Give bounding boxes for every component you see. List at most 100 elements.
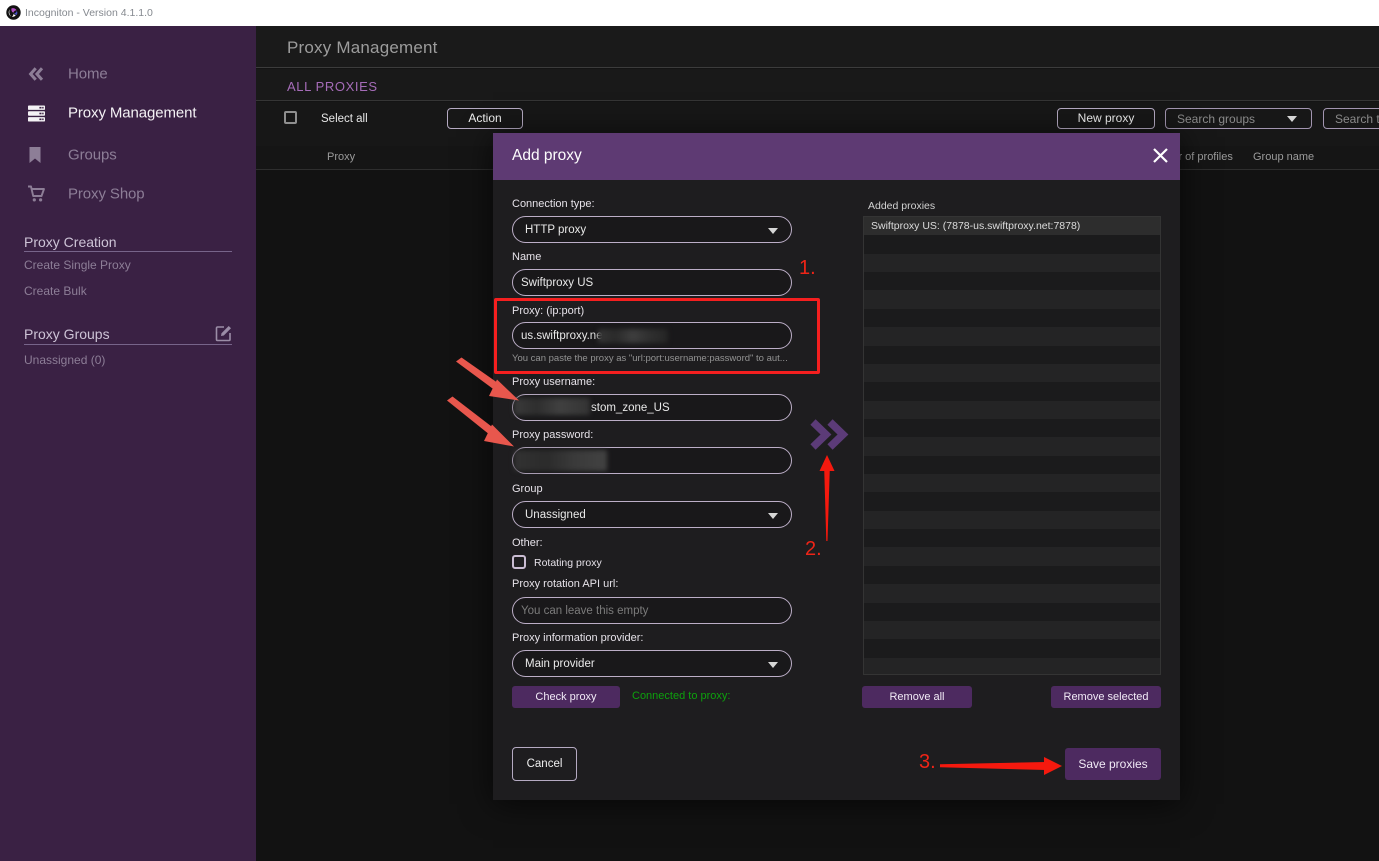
rotating-proxy-checkbox[interactable] [512, 555, 526, 569]
chevron-down-icon [768, 228, 778, 234]
added-proxy-empty-row [864, 621, 1160, 639]
add-proxy-modal-title: Add proxy [512, 147, 582, 165]
chevron-down-icon [768, 662, 778, 668]
search-groups-placeholder: Search groups [1177, 112, 1255, 126]
added-proxies-list[interactable]: Swiftproxy US: (7878-us.swiftproxy.net:7… [863, 216, 1161, 675]
proxy-label: Proxy: (ip:port) [512, 305, 584, 317]
sidebar-item-groups[interactable]: Groups [0, 139, 256, 171]
connection-type-select[interactable]: HTTP proxy [512, 216, 792, 243]
search-tags-input[interactable]: Search tags [1323, 108, 1379, 129]
app-window: Incogniton - Version 4.1.1.0 Home Proxy … [0, 0, 1379, 861]
proxy-password-label: Proxy password: [512, 429, 593, 441]
column-header-group-name: Group name [1253, 151, 1314, 163]
added-proxy-empty-row [864, 309, 1160, 327]
sidebar-item-create-bulk[interactable]: Create Bulk [24, 284, 87, 298]
added-proxy-empty-row [864, 364, 1160, 382]
added-proxy-empty-row [864, 639, 1160, 657]
added-proxy-empty-row [864, 272, 1160, 290]
proxy-information-provider-value: Main provider [525, 658, 595, 670]
column-header-proxy: Proxy [327, 151, 355, 163]
cancel-button[interactable]: Cancel [512, 747, 577, 781]
added-proxies-label: Added proxies [868, 200, 935, 212]
added-proxy-empty-row [864, 492, 1160, 510]
sidebar-item-proxy-shop[interactable]: Proxy Shop [0, 178, 256, 210]
bookmark-icon[interactable] [27, 146, 45, 164]
proxy-username-value: stom_zone_US [591, 402, 670, 414]
added-proxy-empty-row [864, 419, 1160, 437]
name-label: Name [512, 251, 541, 263]
added-proxy-empty-row [864, 511, 1160, 529]
page-header: Proxy Management [256, 26, 1379, 68]
added-proxy-empty-row [864, 382, 1160, 400]
close-icon[interactable] [1152, 147, 1169, 164]
connection-type-value: HTTP proxy [525, 224, 586, 236]
added-proxy-empty-row [864, 290, 1160, 308]
added-proxy-empty-row [864, 474, 1160, 492]
sidebar: Home Proxy Management Groups [0, 26, 256, 861]
sidebar-item-unassigned-group[interactable]: Unassigned (0) [24, 353, 105, 367]
proxy-username-label: Proxy username: [512, 376, 595, 388]
proxy-rotation-api-placeholder: You can leave this empty [521, 605, 648, 617]
proxy-information-provider-select[interactable]: Main provider [512, 650, 792, 677]
group-label: Group [512, 483, 543, 495]
added-proxy-empty-row [864, 235, 1160, 253]
new-proxy-button[interactable]: New proxy [1057, 108, 1155, 129]
all-proxies-section-header: ALL PROXIES [256, 69, 1379, 101]
name-input[interactable]: Swiftproxy US [512, 269, 792, 296]
proxy-value: us.swiftproxy.ne [521, 330, 603, 342]
redaction-blur [514, 398, 590, 415]
window-title: Incogniton - Version 4.1.1.0 [25, 7, 153, 19]
group-value: Unassigned [525, 509, 586, 521]
add-proxy-modal-header: Add proxy [493, 133, 1180, 180]
sidebar-item-label[interactable]: Proxy Shop [68, 186, 145, 203]
action-button[interactable]: Action [447, 108, 523, 129]
sidebar-item-label[interactable]: Proxy Management [68, 105, 196, 122]
added-proxy-row[interactable]: Swiftproxy US: (7878-us.swiftproxy.net:7… [864, 217, 1160, 235]
proxy-information-provider-label: Proxy information provider: [512, 632, 643, 644]
sidebar-item-create-single-proxy[interactable]: Create Single Proxy [24, 258, 131, 272]
added-proxy-empty-row [864, 566, 1160, 584]
divider [24, 344, 232, 345]
redaction-blur [598, 329, 668, 343]
divider [24, 251, 232, 252]
added-proxy-empty-row [864, 547, 1160, 565]
sidebar-section-proxy-groups: Proxy Groups [24, 326, 110, 342]
chevron-down-icon [1287, 116, 1297, 122]
server-icon[interactable] [27, 104, 45, 122]
incogniton-logo-icon [6, 5, 21, 20]
added-proxy-empty-row [864, 584, 1160, 602]
added-proxy-empty-row [864, 529, 1160, 547]
chevron-down-icon [768, 513, 778, 519]
save-proxies-button[interactable]: Save proxies [1065, 748, 1161, 780]
redaction-blur [514, 450, 607, 471]
cart-icon[interactable] [27, 185, 45, 203]
sidebar-item-home[interactable]: Home [0, 58, 256, 90]
sidebar-item-label[interactable]: Groups [68, 147, 117, 164]
added-proxy-empty-row [864, 327, 1160, 345]
sidebar-section-proxy-creation: Proxy Creation [24, 234, 117, 250]
check-proxy-status: Connected to proxy: [632, 690, 730, 702]
chevrons-left-icon[interactable] [27, 65, 45, 83]
sidebar-item-label[interactable]: Home [68, 66, 108, 83]
window-titlebar: Incogniton - Version 4.1.1.0 [0, 0, 1379, 26]
select-all-label: Select all [321, 113, 368, 125]
proxy-rotation-api-input[interactable]: You can leave this empty [512, 597, 792, 624]
select-all-checkbox[interactable] [284, 111, 297, 124]
all-proxies-title: ALL PROXIES [287, 79, 378, 94]
group-select[interactable]: Unassigned [512, 501, 792, 528]
remove-selected-button[interactable]: Remove selected [1051, 686, 1161, 708]
rotating-proxy-label: Rotating proxy [534, 557, 602, 569]
proxy-rotation-api-label: Proxy rotation API url: [512, 578, 618, 590]
edit-icon[interactable] [215, 324, 233, 342]
added-proxy-empty-row [864, 437, 1160, 455]
search-groups-select[interactable]: Search groups [1165, 108, 1312, 129]
sidebar-item-proxy-management[interactable]: Proxy Management [0, 97, 256, 129]
added-proxy-empty-row [864, 603, 1160, 621]
added-proxy-empty-row [864, 346, 1160, 364]
check-proxy-button[interactable]: Check proxy [512, 686, 620, 708]
other-label: Other: [512, 537, 543, 549]
remove-all-button[interactable]: Remove all [862, 686, 972, 708]
connection-type-label: Connection type: [512, 198, 595, 210]
page-title: Proxy Management [287, 38, 438, 58]
added-proxy-empty-row [864, 401, 1160, 419]
